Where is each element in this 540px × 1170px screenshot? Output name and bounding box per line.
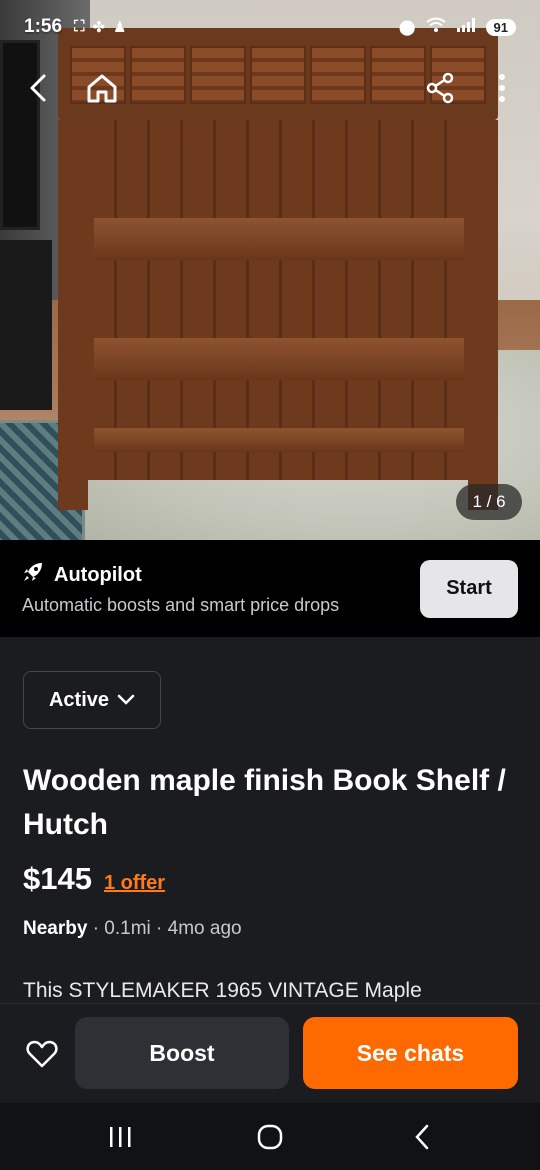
autopilot-subtitle: Automatic boosts and smart price drops [22,595,340,615]
status-label: Active [48,688,110,711]
signal-icon [456,17,476,37]
status-time: 1:56 [24,16,63,37]
notification-icons: ⛶ ✤ ♟ [74,18,127,36]
recent-apps-icon[interactable] [90,1115,150,1159]
autopilot-title: Autopilot [54,563,142,586]
listing-description: This STYLEMAKER 1965 VINTAGE Maple [23,979,422,1002]
top-nav [0,62,540,114]
heart-icon[interactable] [20,1032,64,1076]
system-icons: ⬤ 91 [399,17,516,37]
person-icon: ♟ [113,19,127,36]
system-back-icon[interactable] [392,1115,452,1159]
listing-price: $145 [23,861,92,896]
listing-meta: Nearby · 0.1mi · 4mo ago [23,918,242,940]
see-chats-button[interactable]: See chats [303,1017,518,1089]
more-vertical-icon[interactable] [478,62,526,114]
battery-icon: 91 [485,18,516,36]
location-label: Nearby [23,918,88,939]
status-dropdown[interactable]: Active [23,671,161,729]
status-bar: 1:56 ⛶ ✤ ♟ ⬤ 91 [0,0,540,54]
home-icon[interactable] [78,62,126,114]
listing-title: Wooden maple finish Book Shelf / Hutch [23,764,506,841]
share-icon[interactable] [416,62,464,114]
boost-button[interactable]: Boost [75,1017,289,1089]
distance-age: · 0.1mi · 4mo ago [92,918,242,939]
system-nav-bar [0,1103,540,1170]
action-bar: Boost See chats [0,1003,540,1103]
listing-screen: 1 / 6 1:56 ⛶ ✤ ♟ ⬤ 91 Autopilot Automati… [0,0,540,1170]
home-circle-icon[interactable] [240,1115,300,1159]
offers-link[interactable]: 1 offer [104,872,165,895]
photo-counter: 1 / 6 [456,484,522,520]
listing-details: Active Wooden maple finish Book Shelf / … [0,637,540,1003]
pinwheel-icon: ✤ [92,19,106,36]
back-arrow-icon[interactable] [14,62,62,114]
start-autopilot-button[interactable]: Start [420,559,518,618]
chevron-down-icon [117,689,135,712]
autopilot-banner: Autopilot Automatic boosts and smart pri… [0,540,540,637]
screenshot-icon: ⛶ [74,18,85,35]
location-icon: ⬤ [398,19,416,36]
wifi-icon [425,17,446,37]
rocket-icon [22,561,44,589]
